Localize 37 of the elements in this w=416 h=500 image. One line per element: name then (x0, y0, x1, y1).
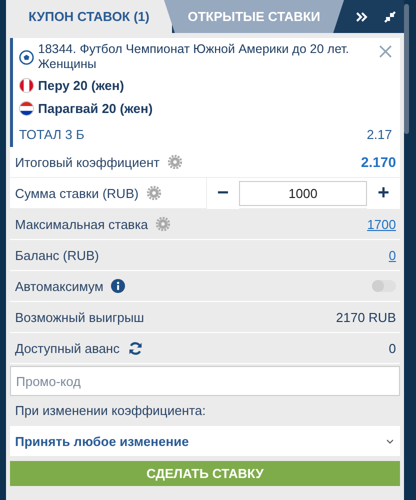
scrollbar[interactable] (404, 4, 409, 134)
gear-icon[interactable] (168, 155, 182, 169)
row-label: Автомаксимум (15, 278, 104, 294)
total-odds-value: 2.170 (360, 154, 396, 170)
row-label: Возможный выигрыш (15, 310, 144, 324)
close-icon[interactable] (379, 45, 392, 58)
row-label: Доступный аванс (15, 340, 120, 356)
row-label: Сумма ставки (RUB) (15, 186, 139, 200)
refresh-icon[interactable] (128, 340, 143, 356)
odds-change-dropdown[interactable]: Принять любое изменение (10, 426, 400, 456)
promo-code-field[interactable]: Промо-код (10, 366, 400, 396)
chevron-down-icon (386, 438, 394, 444)
row-label: Максимальная ставка (15, 216, 148, 232)
soccer-ball-icon (19, 50, 34, 65)
collapse-icon[interactable] (384, 10, 396, 22)
team-name: Перу 20 (жен) (38, 78, 124, 92)
row-label: Итоговый коэффициент (15, 154, 160, 170)
odds-change-label: При изменении коэффициента: (14, 402, 207, 420)
flag-icon (19, 78, 34, 92)
row-value: 2170 RUB (336, 310, 396, 324)
gear-icon[interactable] (156, 217, 170, 231)
flag-icon (19, 100, 34, 116)
double-chevron-icon[interactable] (356, 12, 368, 22)
row-value: 0 (388, 340, 396, 356)
market-label: ТОТАЛ 3 Б (19, 126, 84, 142)
gear-icon[interactable] (146, 186, 161, 200)
value-link[interactable]: 1700 (367, 216, 396, 232)
team-name: Парагвай 20 (жен) (38, 100, 153, 116)
event-title: 18344. Футбол Чемпионат Южной Америки до 20 лет. Женщины (38, 42, 350, 72)
minus-button[interactable]: − (206, 178, 239, 208)
value-link[interactable]: 0 (388, 248, 396, 262)
toggle-switch[interactable] (372, 280, 396, 292)
info-icon[interactable] (111, 279, 126, 293)
row-label: Баланс (RUB) (15, 248, 99, 262)
tab[interactable]: КУПОН СТАВОК (1) (6, 0, 172, 33)
stake-input[interactable]: 1000 (239, 180, 367, 206)
odds-value: 2.17 (366, 126, 392, 142)
